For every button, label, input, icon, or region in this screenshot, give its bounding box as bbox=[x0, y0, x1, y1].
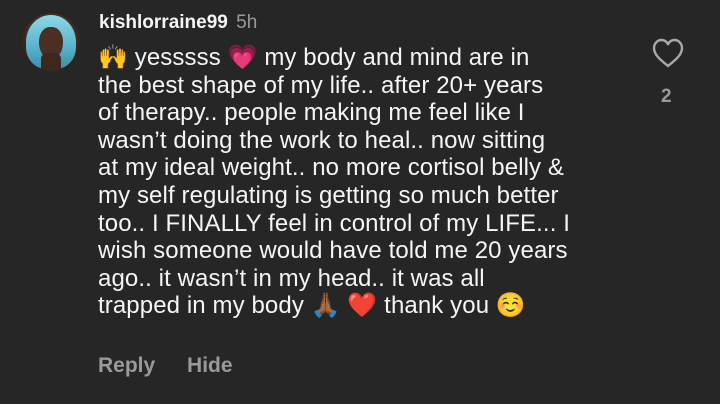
comment-line: too.. I FINALLY feel in control of my LI… bbox=[98, 209, 571, 237]
comment-line: trapped in my body 🙏🏾 ❤️ thank you ☺️ bbox=[98, 292, 526, 320]
comment-line: at my ideal weight.. no more cortisol be… bbox=[98, 154, 565, 182]
comment-line: ago.. it wasn’t in my head.. it was all bbox=[98, 264, 485, 292]
comment-line: the best shape of my life.. after 20+ ye… bbox=[98, 71, 544, 99]
comment-text: 🙌 yesssss 💗 my body and mind are in the … bbox=[98, 44, 658, 320]
comment-line: of therapy.. people making me feel like … bbox=[98, 99, 525, 127]
comment-line: 🙌 yesssss 💗 my body and mind are in bbox=[98, 44, 530, 71]
avatar[interactable] bbox=[22, 13, 80, 71]
username-link[interactable]: kishlorraine99 bbox=[99, 12, 228, 33]
comment-line: wish someone would have told me 20 years bbox=[98, 237, 568, 265]
hide-button[interactable]: Hide bbox=[187, 354, 233, 377]
avatar-neck bbox=[41, 53, 61, 71]
comment-line: my self regulating is getting so much be… bbox=[98, 181, 559, 209]
heart-outline-icon[interactable] bbox=[652, 38, 684, 68]
timestamp: 5h bbox=[236, 12, 258, 33]
like-count: 2 bbox=[661, 86, 672, 107]
comment-header: kishlorraine99 5h bbox=[99, 11, 257, 35]
comment-actions: Reply Hide bbox=[98, 353, 233, 379]
reply-button[interactable]: Reply bbox=[98, 354, 155, 377]
comment-item: kishlorraine99 5h 🙌 yesssss 💗 my body an… bbox=[0, 0, 720, 404]
comment-line: wasn’t doing the work to heal.. now sitt… bbox=[98, 126, 546, 154]
